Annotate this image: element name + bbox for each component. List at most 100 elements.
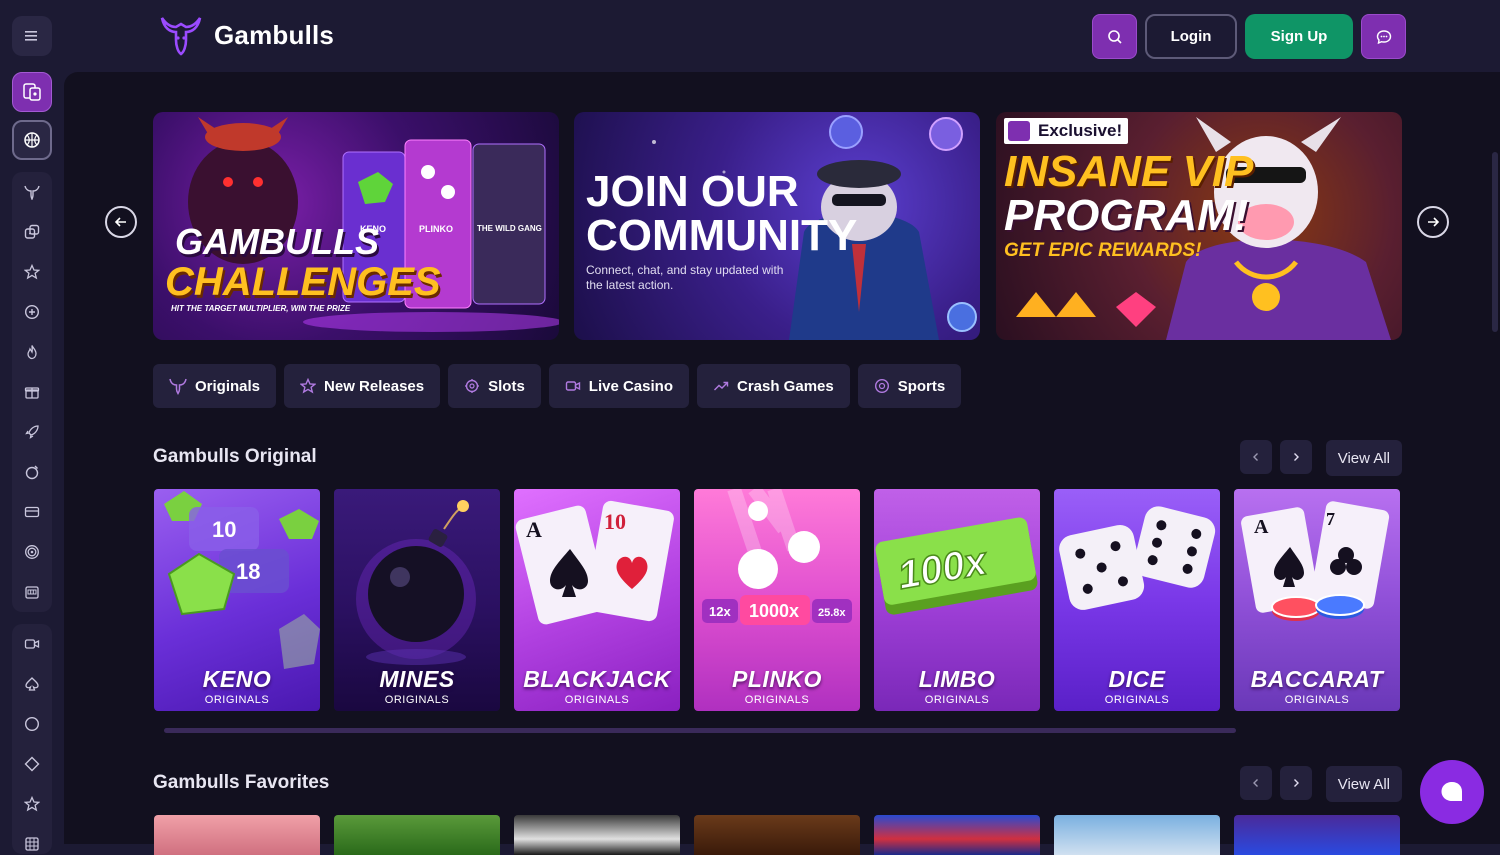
sidebar-item-live-casino[interactable] bbox=[12, 634, 52, 654]
basketball-icon bbox=[24, 132, 40, 148]
game-card-dice[interactable]: DICE ORIGINALS bbox=[1054, 489, 1220, 711]
favorite-game-card[interactable] bbox=[1234, 815, 1400, 855]
grid-icon bbox=[25, 837, 39, 851]
sidebar-item-favorites[interactable] bbox=[12, 794, 52, 814]
bull-logo-icon bbox=[160, 17, 202, 56]
banner-challenges[interactable]: GAMBULLS CHALLENGES HIT THE TARGET MULTI… bbox=[153, 112, 559, 340]
chat-bubble-icon bbox=[1441, 782, 1462, 801]
banner-vip[interactable]: Exclusive! INSANE VIP PROGRAM! GET EPIC … bbox=[996, 112, 1402, 340]
tab-sports[interactable]: Sports bbox=[857, 364, 962, 408]
sidebar-item-slot-machine[interactable] bbox=[12, 582, 52, 602]
dice-icon bbox=[24, 224, 40, 239]
banner-vip-line2: PROGRAM! bbox=[1004, 191, 1249, 240]
plinko-art-25-8x: 25.8x bbox=[818, 607, 846, 619]
sidebar-item-crash[interactable] bbox=[12, 422, 52, 442]
brand-logo[interactable]: Gambulls bbox=[158, 14, 334, 56]
sidebar-item-roulette[interactable] bbox=[12, 462, 52, 482]
brand-name: Gambulls bbox=[214, 19, 335, 50]
game-card-limbo[interactable]: 100x LIMBO ORIGINALS bbox=[874, 489, 1040, 711]
sidebar-live-group bbox=[12, 624, 52, 854]
favorites-view-all[interactable]: View All bbox=[1325, 766, 1402, 802]
arrow-left-icon bbox=[114, 217, 126, 227]
favorites-prev-button[interactable] bbox=[1239, 766, 1272, 800]
banner-community[interactable]: JOIN OUR COMMUNITY Connect, chat, and st… bbox=[574, 112, 980, 340]
star-outline-icon bbox=[24, 796, 40, 812]
page-scrollbar[interactable] bbox=[1492, 152, 1498, 332]
game-name-dice: DICE bbox=[1108, 666, 1166, 692]
sidebar-item-slots[interactable] bbox=[12, 222, 52, 242]
game-sub-blackjack: ORIGINALS bbox=[564, 694, 630, 706]
sidebar-item-poker[interactable] bbox=[12, 674, 52, 694]
game-name-keno: KENO bbox=[202, 666, 272, 692]
favorite-game-card[interactable] bbox=[334, 815, 500, 855]
chat-button[interactable] bbox=[1361, 14, 1406, 59]
card-seven-rank: 7 bbox=[1326, 509, 1335, 529]
game-card-keno[interactable]: 10 18 KENO ORIGINALS bbox=[154, 489, 320, 711]
game-card-plinko[interactable]: 12x 1000x 25.8x PLINKO ORIGINALS bbox=[694, 489, 860, 711]
sidebar-item-hot[interactable] bbox=[12, 342, 52, 362]
tab-crash-games[interactable]: Crash Games bbox=[697, 364, 850, 408]
tab-new-releases-label: New Releases bbox=[324, 377, 425, 395]
tab-new-releases[interactable]: New Releases bbox=[284, 364, 441, 408]
originals-horizontal-scrollbar[interactable] bbox=[164, 728, 1236, 733]
favorite-game-card[interactable] bbox=[874, 815, 1040, 855]
sidebar-item-new-releases[interactable] bbox=[12, 262, 52, 282]
game-card-blackjack[interactable]: A 10 BLACKJACK ORIGINALS bbox=[514, 489, 680, 711]
favorite-game-card[interactable] bbox=[694, 815, 860, 855]
support-chat-button[interactable] bbox=[1420, 760, 1484, 824]
credit-card-icon bbox=[24, 506, 40, 518]
signup-button[interactable]: Sign Up bbox=[1245, 14, 1353, 59]
menu-button[interactable] bbox=[12, 16, 52, 56]
favorite-game-card[interactable] bbox=[154, 815, 320, 855]
bull-icon bbox=[169, 378, 187, 395]
sidebar-item-circle[interactable] bbox=[12, 714, 52, 734]
sidebar-item-add[interactable] bbox=[12, 302, 52, 322]
plinko-art-12x: 12x bbox=[709, 604, 731, 619]
slot-machine-icon bbox=[25, 586, 39, 599]
originals-next-button[interactable] bbox=[1279, 440, 1312, 474]
video-icon bbox=[565, 381, 580, 391]
carousel-next-button[interactable] bbox=[1417, 206, 1449, 238]
ball-icon bbox=[874, 378, 889, 394]
sidebar-item-rewards[interactable] bbox=[12, 382, 52, 402]
favorites-next-button[interactable] bbox=[1279, 766, 1312, 800]
sidebar-item-target[interactable] bbox=[12, 542, 52, 562]
star-icon bbox=[24, 264, 40, 280]
sidebar-item-diamond[interactable] bbox=[12, 754, 52, 774]
flame-icon bbox=[27, 345, 37, 360]
sidebar-casino-button[interactable] bbox=[12, 72, 52, 112]
banner-challenges-line2: CHALLENGES bbox=[165, 260, 441, 304]
top-bar: Gambulls Login Sign Up bbox=[0, 0, 1500, 72]
game-name-plinko: PLINKO bbox=[732, 666, 822, 692]
originals-view-all[interactable]: View All bbox=[1325, 440, 1402, 476]
originals-section-title: Gambulls Original bbox=[153, 446, 317, 467]
card-ten-rank: 10 bbox=[604, 509, 626, 534]
card-ace-rank: A bbox=[526, 517, 542, 542]
slots-icon bbox=[465, 379, 480, 393]
game-card-mines[interactable]: MINES ORIGINALS bbox=[334, 489, 500, 711]
search-icon bbox=[1107, 29, 1122, 44]
banner-vip-subtitle: GET EPIC REWARDS! bbox=[1004, 240, 1202, 261]
sidebar-sports-button[interactable] bbox=[12, 120, 52, 160]
game-card-baccarat[interactable]: A 7 BACCARAT ORIGINALS bbox=[1234, 489, 1400, 711]
favorites-games-row bbox=[154, 815, 1400, 855]
banner-challenges-tagline: HIT THE TARGET MULTIPLIER, WIN THE PRIZE bbox=[171, 304, 351, 313]
tab-originals-label: Originals bbox=[195, 377, 261, 395]
favorite-game-card[interactable] bbox=[514, 815, 680, 855]
search-button[interactable] bbox=[1092, 14, 1137, 59]
carousel-prev-button[interactable] bbox=[105, 206, 137, 238]
main-content: GAMBULLS CHALLENGES HIT THE TARGET MULTI… bbox=[64, 72, 1500, 855]
login-button[interactable]: Login bbox=[1145, 14, 1237, 59]
tab-originals[interactable]: Originals bbox=[153, 364, 277, 408]
banner-community-line2: COMMUNITY bbox=[586, 211, 858, 260]
favorite-game-card[interactable] bbox=[1054, 815, 1220, 855]
originals-prev-button[interactable] bbox=[1239, 440, 1272, 474]
sidebar-item-originals[interactable] bbox=[12, 182, 52, 202]
sidebar-item-grid[interactable] bbox=[12, 834, 52, 854]
tab-slots[interactable]: Slots bbox=[448, 364, 541, 408]
trend-icon bbox=[714, 381, 729, 391]
diamond-icon bbox=[24, 756, 40, 772]
sidebar-item-cards[interactable] bbox=[12, 502, 52, 522]
banner-community-line1: JOIN OUR bbox=[586, 167, 799, 216]
tab-live-casino[interactable]: Live Casino bbox=[548, 364, 689, 408]
